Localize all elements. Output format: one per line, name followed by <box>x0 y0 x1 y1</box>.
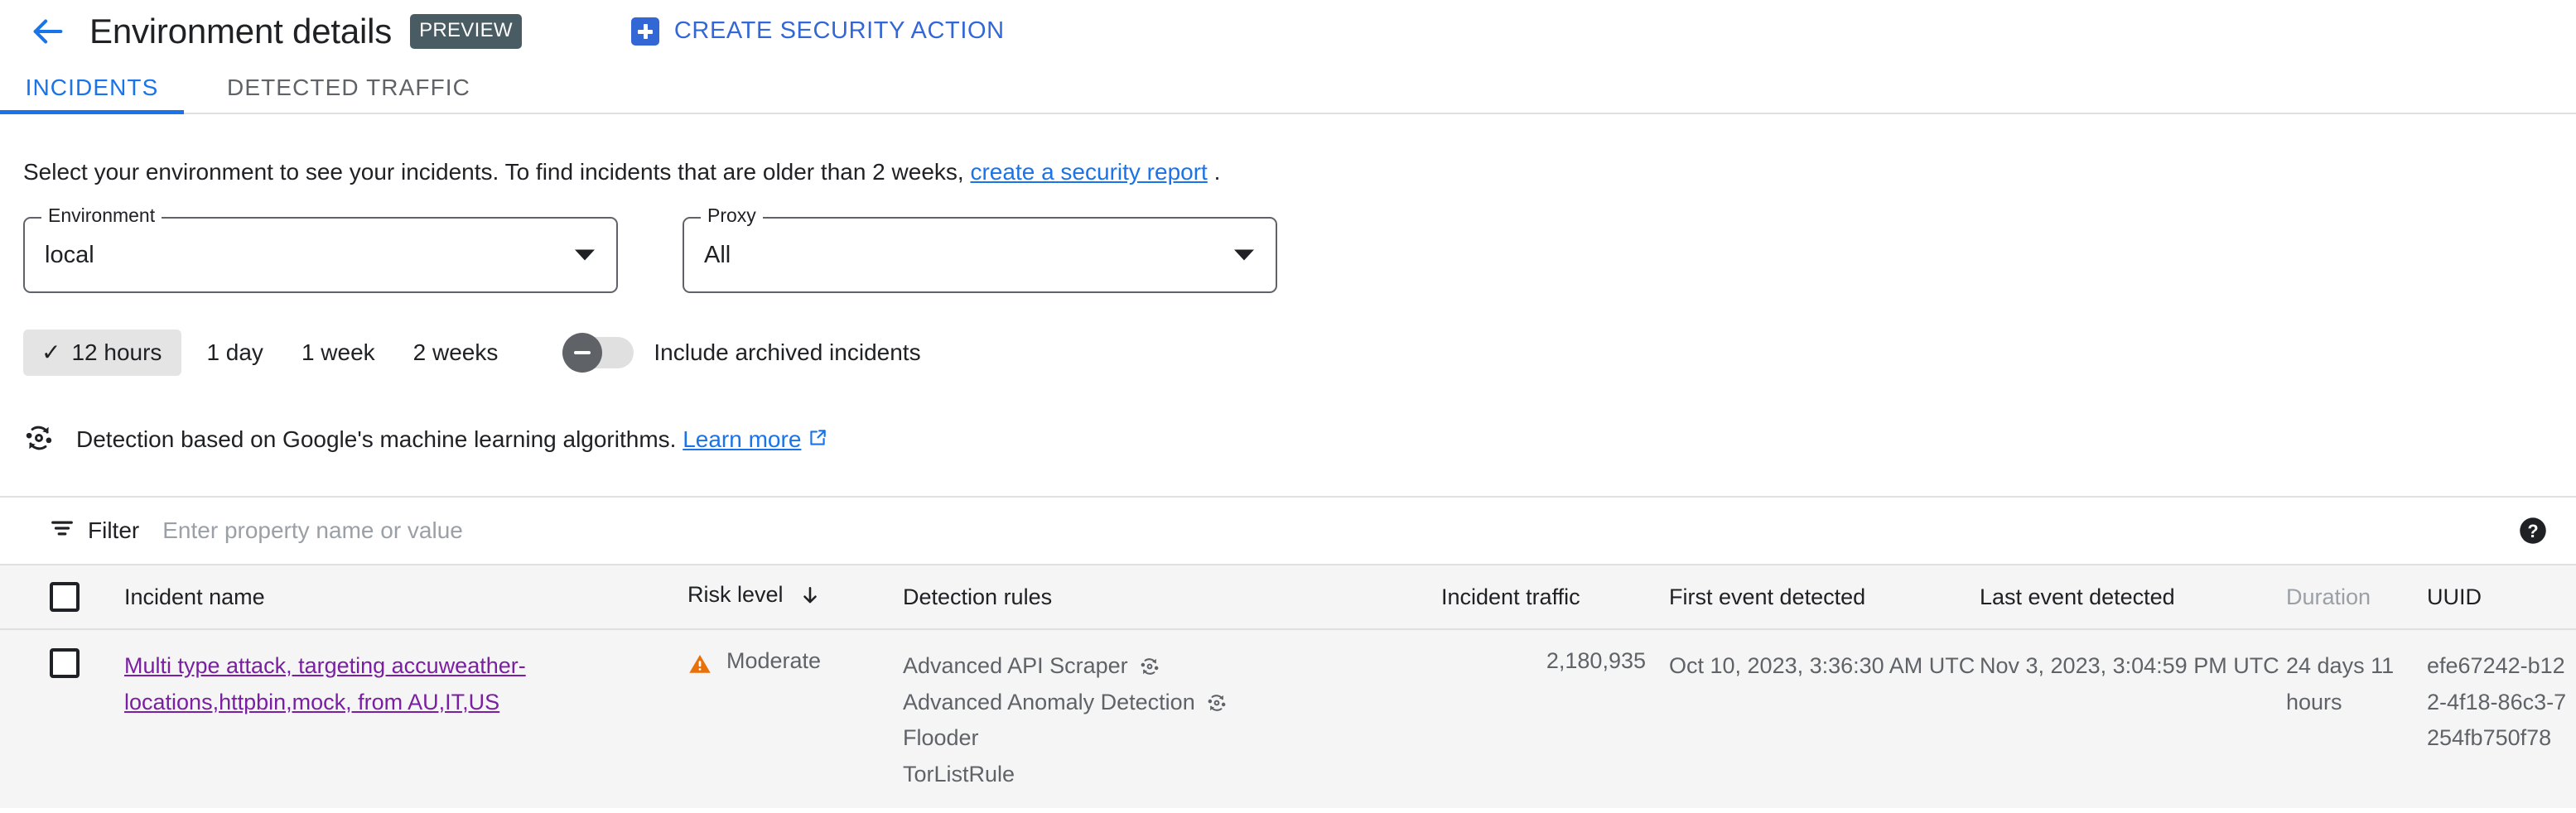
create-security-action-button[interactable]: CREATE SECURITY ACTION <box>630 17 1005 46</box>
chevron-down-icon <box>1234 249 1254 261</box>
detection-rule-name: Flooder <box>903 725 979 751</box>
cell-risk-level: Moderate <box>687 629 903 808</box>
time-range-1-day-label: 1 day <box>206 339 263 365</box>
proxy-select-value: All <box>704 241 731 268</box>
filter-input[interactable] <box>161 517 907 545</box>
chevron-down-icon <box>575 249 595 261</box>
detection-rule-name: Advanced Anomaly Detection <box>903 689 1195 714</box>
environment-select-label: Environment <box>41 206 162 225</box>
intro-text-before: Select your environment to see your inci… <box>23 159 964 185</box>
header-duration[interactable]: Duration <box>2286 565 2427 629</box>
cell-incident-traffic: 2,180,935 <box>1441 629 1669 808</box>
row-select-cell <box>0 629 124 808</box>
environment-select[interactable]: Environment local <box>23 206 618 293</box>
header-risk-level[interactable]: Risk level <box>687 565 903 629</box>
include-archived-toggle[interactable] <box>562 333 634 373</box>
detection-rule-item: Flooder <box>903 720 1441 757</box>
tab-bar: INCIDENTS DETECTED TRAFFIC <box>0 62 2576 114</box>
incidents-table-body: Multi type attack, targeting accuweather… <box>0 629 2576 808</box>
intro-text-after: . <box>1213 159 1221 185</box>
header-uuid[interactable]: UUID <box>2427 565 2576 629</box>
cell-incident-name: Multi type attack, targeting accuweather… <box>124 629 687 808</box>
svg-text:?: ? <box>2527 521 2538 541</box>
header-last-event-detected[interactable]: Last event detected <box>1980 565 2286 629</box>
filter-button[interactable]: Filter <box>50 516 139 546</box>
time-range-1-week[interactable]: 1 week <box>288 330 388 376</box>
filter-bar: Filter ? <box>0 496 2576 564</box>
detection-rule-item: TorListRule <box>903 757 1441 793</box>
include-archived-label: Include archived incidents <box>654 339 921 365</box>
cell-last-event-detected: Nov 3, 2023, 3:04:59 PM UTC <box>1980 629 2286 808</box>
create-security-report-link[interactable]: create a security report <box>970 159 1207 185</box>
header-detection-rules[interactable]: Detection rules <box>903 565 1441 629</box>
detection-rule-name: TorListRule <box>903 762 1015 787</box>
detection-rule-item: Advanced Anomaly Detection <box>903 685 1441 721</box>
machine-learning-icon <box>1206 692 1228 714</box>
cell-duration: 24 days 11 hours <box>2286 629 2427 808</box>
intro-text: Select your environment to see your inci… <box>23 159 2576 185</box>
proxy-select-label: Proxy <box>701 206 763 225</box>
warning-triangle-icon <box>687 652 712 682</box>
detection-rule-name: Advanced API Scraper <box>903 653 1128 678</box>
toggle-knob <box>562 333 603 373</box>
filter-selects-row: Environment local Proxy All <box>23 206 2576 293</box>
arrow-down-icon <box>799 584 821 612</box>
table-row: Multi type attack, targeting accuweather… <box>0 629 2576 808</box>
check-icon: ✓ <box>41 339 61 365</box>
environment-select-value: local <box>45 241 94 268</box>
filter-label: Filter <box>88 517 140 543</box>
time-range-2-weeks[interactable]: 2 weeks <box>400 330 512 376</box>
machine-learning-icon <box>23 422 55 458</box>
preview-badge: PREVIEW <box>410 13 522 49</box>
cell-uuid: efe67242-b122-4f18-86c3-7254fb750f78 <box>2427 629 2576 808</box>
incident-name-link[interactable]: Multi type attack, targeting accuweather… <box>124 653 526 714</box>
tab-incidents-label: INCIDENTS <box>25 74 159 100</box>
tab-detected-traffic[interactable]: DETECTED TRAFFIC <box>227 62 470 113</box>
detection-rule-item: Advanced API Scraper <box>903 648 1441 685</box>
select-all-checkbox[interactable] <box>50 582 80 612</box>
time-range-2-weeks-label: 2 weeks <box>412 339 499 365</box>
header-incident-name[interactable]: Incident name <box>124 565 687 629</box>
table-header-row: Incident name Risk level Detection rules… <box>0 565 2576 629</box>
page-header: Environment details PREVIEW CREATE SECUR… <box>0 0 2576 62</box>
plus-box-icon <box>630 17 659 46</box>
header-incident-traffic[interactable]: Incident traffic <box>1441 565 1669 629</box>
help-circle-icon[interactable]: ? <box>2518 516 2548 546</box>
header-first-event-detected[interactable]: First event detected <box>1669 565 1980 629</box>
time-range-12-hours-label: 12 hours <box>71 339 162 365</box>
detection-rules-list: Advanced API Scraper Advanced Anomaly De… <box>903 648 1441 793</box>
header-risk-level-label: Risk level <box>687 582 784 607</box>
time-range-1-day[interactable]: 1 day <box>193 330 277 376</box>
tab-detected-traffic-label: DETECTED TRAFFIC <box>227 74 470 100</box>
external-link-icon <box>807 427 828 455</box>
ml-detection-note-text: Detection based on Google's machine lear… <box>76 426 828 455</box>
cell-detection-rules: Advanced API Scraper Advanced Anomaly De… <box>903 629 1441 808</box>
create-security-action-label: CREATE SECURITY ACTION <box>673 17 1005 44</box>
time-range-1-week-label: 1 week <box>301 339 375 365</box>
back-button[interactable] <box>28 12 68 51</box>
learn-more-link[interactable]: Learn more <box>683 426 801 452</box>
arrow-left-icon <box>29 12 67 51</box>
row-checkbox[interactable] <box>50 648 80 678</box>
tab-incidents[interactable]: INCIDENTS <box>0 62 184 114</box>
include-archived-group: Include archived incidents <box>562 333 921 373</box>
filter-icon <box>50 516 75 546</box>
proxy-select[interactable]: Proxy All <box>683 206 1277 293</box>
incidents-table: Incident name Risk level Detection rules… <box>0 564 2576 808</box>
risk-level-label: Moderate <box>726 648 822 673</box>
select-all-header <box>0 565 124 629</box>
ml-detection-note: Detection based on Google's machine lear… <box>23 422 2576 458</box>
ml-detection-note-body: Detection based on Google's machine lear… <box>76 426 677 452</box>
cell-first-event-detected: Oct 10, 2023, 3:36:30 AM UTC <box>1669 629 1980 808</box>
time-range-row: ✓ 12 hours 1 day 1 week 2 weeks Include … <box>23 330 2576 376</box>
page-title: Environment details <box>89 11 393 51</box>
incidents-table-head: Incident name Risk level Detection rules… <box>0 565 2576 629</box>
time-range-12-hours[interactable]: ✓ 12 hours <box>23 330 182 376</box>
machine-learning-icon <box>1139 656 1160 677</box>
